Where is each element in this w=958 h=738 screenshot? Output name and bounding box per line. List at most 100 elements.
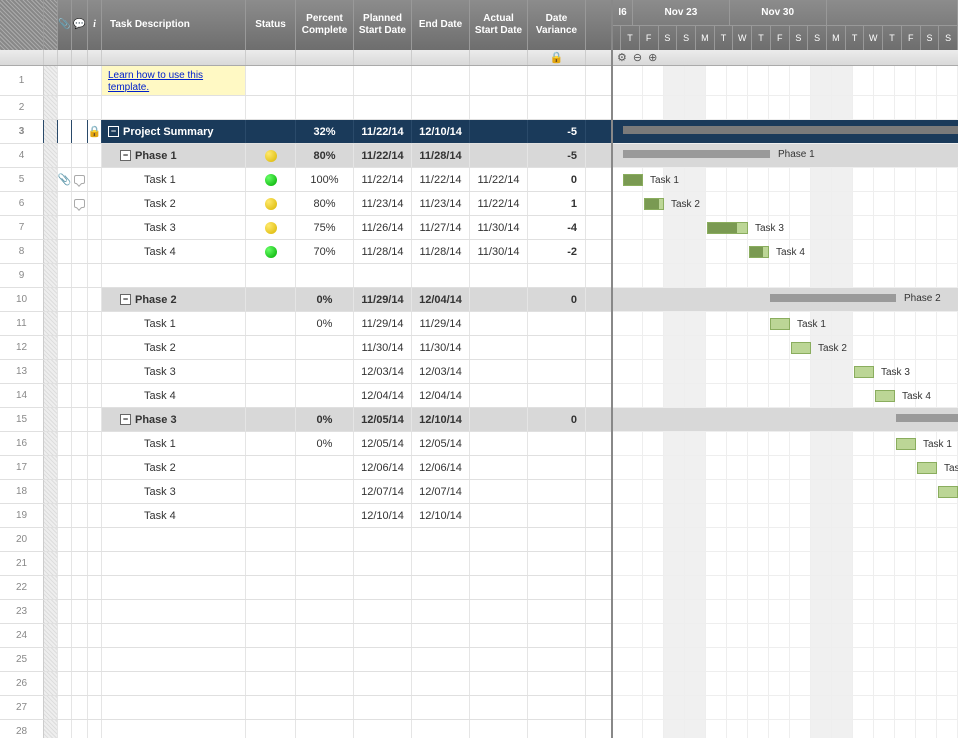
description-cell[interactable]: Task 3 [102,360,246,383]
info-cell[interactable]: 🔒 [88,120,102,143]
gantt-bar[interactable] [623,126,958,134]
comment-cell[interactable] [72,720,88,738]
attachment-cell[interactable] [58,336,72,359]
percent-cell[interactable] [296,720,354,738]
end-cell[interactable] [412,600,470,623]
end-cell[interactable]: 11/30/14 [412,336,470,359]
comment-cell[interactable] [72,360,88,383]
gantt-bar[interactable]: Phase 1 [623,150,770,158]
astart-cell[interactable] [470,624,528,647]
astart-cell[interactable]: 11/22/14 [470,192,528,215]
variance-cell[interactable] [528,696,586,719]
info-cell[interactable] [88,624,102,647]
attachment-cell[interactable] [58,600,72,623]
collapse-toggle[interactable]: − [120,150,131,161]
pstart-cell[interactable]: 12/07/14 [354,480,412,503]
comment-cell[interactable] [72,672,88,695]
attachment-cell[interactable] [58,66,72,95]
pstart-cell[interactable] [354,96,412,119]
variance-cell[interactable] [528,336,586,359]
pstart-cell[interactable] [354,600,412,623]
description-cell[interactable]: Learn how to use this template. [102,66,246,95]
status-cell[interactable] [246,120,296,143]
grid-row[interactable]: 10−Phase 20%11/29/1412/04/140 [0,288,611,312]
pstart-cell[interactable]: 12/05/14 [354,432,412,455]
astart-cell[interactable] [470,408,528,431]
description-cell[interactable] [102,528,246,551]
percent-cell[interactable] [296,624,354,647]
attachment-cell[interactable] [58,480,72,503]
grid-row[interactable]: 24 [0,624,611,648]
info-cell[interactable] [88,264,102,287]
learn-template-link[interactable]: Learn how to use this template. [108,70,245,94]
comment-icon[interactable] [74,199,85,208]
comment-cell[interactable] [72,192,88,215]
astart-cell[interactable] [470,288,528,311]
grid-row[interactable]: 17Task 212/06/1412/06/14 [0,456,611,480]
grid-body[interactable]: 1Learn how to use this template.23🔒−Proj… [0,66,611,738]
end-cell[interactable]: 12/10/14 [412,504,470,527]
header-comment-icon[interactable]: 💬 [72,0,88,50]
percent-cell[interactable] [296,384,354,407]
info-cell[interactable] [88,408,102,431]
percent-cell[interactable] [296,456,354,479]
row-number[interactable]: 28 [0,720,44,738]
grid-row[interactable]: 9 [0,264,611,288]
comment-cell[interactable] [72,624,88,647]
variance-cell[interactable]: -2 [528,240,586,263]
astart-cell[interactable] [470,528,528,551]
pstart-cell[interactable] [354,720,412,738]
comment-cell[interactable] [72,696,88,719]
attachment-cell[interactable] [58,648,72,671]
attachment-cell[interactable] [58,720,72,738]
row-number[interactable]: 14 [0,384,44,407]
percent-cell[interactable] [296,672,354,695]
pstart-cell[interactable]: 11/23/14 [354,192,412,215]
row-number[interactable]: 24 [0,624,44,647]
percent-cell[interactable] [296,96,354,119]
astart-cell[interactable] [470,576,528,599]
percent-cell[interactable]: 100% [296,168,354,191]
astart-cell[interactable] [470,600,528,623]
pstart-cell[interactable]: 12/06/14 [354,456,412,479]
variance-cell[interactable] [528,312,586,335]
info-cell[interactable] [88,216,102,239]
header-date-variance[interactable]: Date Variance [528,0,586,50]
percent-cell[interactable] [296,600,354,623]
comment-icon[interactable] [74,175,85,184]
info-cell[interactable] [88,480,102,503]
header-end-date[interactable]: End Date [412,0,470,50]
pstart-cell[interactable]: 12/04/14 [354,384,412,407]
percent-cell[interactable] [296,264,354,287]
comment-cell[interactable] [72,144,88,167]
row-number[interactable]: 15 [0,408,44,431]
variance-cell[interactable]: 0 [528,288,586,311]
status-cell[interactable] [246,360,296,383]
pstart-cell[interactable]: 11/30/14 [354,336,412,359]
comment-cell[interactable] [72,120,88,143]
status-cell[interactable] [246,312,296,335]
info-cell[interactable] [88,552,102,575]
zoom-in-icon[interactable]: ⊕ [648,51,657,64]
description-cell[interactable]: Task 2 [102,336,246,359]
header-description[interactable]: Task Description [102,0,246,50]
attachment-cell[interactable] [58,576,72,599]
gantt-bar[interactable]: Phase 3 [896,414,958,422]
attachment-cell[interactable] [58,696,72,719]
attachment-cell[interactable] [58,552,72,575]
status-cell[interactable] [246,336,296,359]
pstart-cell[interactable] [354,696,412,719]
row-number[interactable]: 10 [0,288,44,311]
pstart-cell[interactable]: 12/03/14 [354,360,412,383]
gantt-bar[interactable]: Task 1 [770,318,790,330]
pstart-cell[interactable]: 11/22/14 [354,168,412,191]
info-cell[interactable] [88,192,102,215]
info-cell[interactable] [88,360,102,383]
row-number[interactable]: 20 [0,528,44,551]
attachment-cell[interactable] [58,528,72,551]
attachment-cell[interactable] [58,144,72,167]
end-cell[interactable] [412,720,470,738]
grid-row[interactable]: 12Task 211/30/1411/30/14 [0,336,611,360]
row-number[interactable]: 8 [0,240,44,263]
gantt-bar[interactable]: Task 1 [623,174,643,186]
